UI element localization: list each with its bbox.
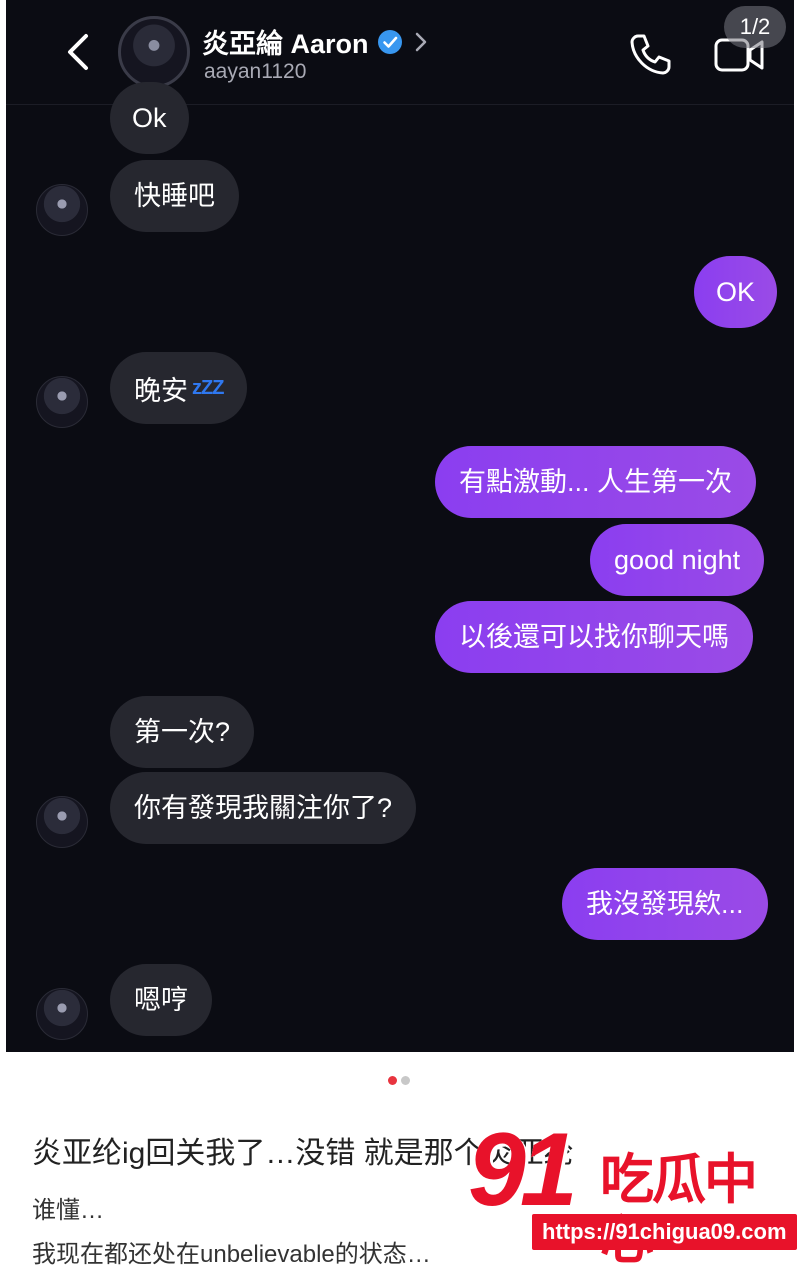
phone-call-icon[interactable] bbox=[626, 30, 674, 78]
verified-badge-icon bbox=[377, 29, 402, 54]
message-text: 晚安 bbox=[134, 376, 188, 406]
post-text-line: 我现在都还处在unbelievable的状态… bbox=[32, 1241, 431, 1268]
chat-screenshot: 炎亞綸 Aaron aayan1120 1/2 Ok 快睡吧 OK 晚安 zZZ … bbox=[6, 0, 794, 1052]
username: aayan1120 bbox=[204, 60, 307, 83]
watermark-number: 91 bbox=[468, 1112, 578, 1228]
message-bubble-sent[interactable]: 以後還可以找你聊天嗎 bbox=[435, 601, 753, 673]
page-indicator: 1/2 bbox=[724, 6, 786, 48]
message-bubble-sent[interactable]: 有點激動... 人生第一次 bbox=[435, 446, 757, 518]
display-name: 炎亞綸 Aaron bbox=[202, 29, 369, 59]
chevron-right-icon bbox=[415, 32, 426, 51]
carousel-dot[interactable] bbox=[401, 1076, 410, 1085]
sender-avatar bbox=[36, 796, 88, 848]
message-bubble-received[interactable]: 第一次? bbox=[110, 696, 255, 768]
sender-avatar bbox=[36, 988, 88, 1040]
back-icon[interactable] bbox=[58, 30, 102, 74]
message-bubble-received[interactable]: 嗯哼 bbox=[110, 964, 212, 1036]
carousel-dots bbox=[386, 1072, 412, 1090]
message-bubble-received[interactable]: Ok bbox=[110, 82, 189, 154]
watermark-name: 吃瓜中心 bbox=[600, 1150, 758, 1270]
message-bubble-received[interactable]: 晚安 zZZ bbox=[110, 352, 248, 424]
carousel-dot-active[interactable] bbox=[388, 1076, 397, 1085]
sender-avatar bbox=[36, 376, 88, 428]
watermark-url: https://91chigua09.com bbox=[532, 1214, 797, 1250]
profile-name-row[interactable]: 炎亞綸 Aaron bbox=[202, 22, 429, 61]
message-bubble-sent[interactable]: OK bbox=[694, 256, 778, 328]
message-bubble-sent[interactable]: 我沒發現欸... bbox=[562, 868, 768, 940]
sender-avatar bbox=[36, 184, 88, 236]
post-text-line: 谁懂… bbox=[32, 1197, 104, 1224]
message-bubble-received[interactable]: 你有發現我關注你了? bbox=[110, 772, 417, 844]
message-bubble-received[interactable]: 快睡吧 bbox=[110, 160, 239, 232]
profile-avatar[interactable] bbox=[118, 16, 190, 88]
zzz-icon: zZZ bbox=[192, 377, 224, 399]
message-bubble-sent[interactable]: good night bbox=[590, 524, 765, 596]
